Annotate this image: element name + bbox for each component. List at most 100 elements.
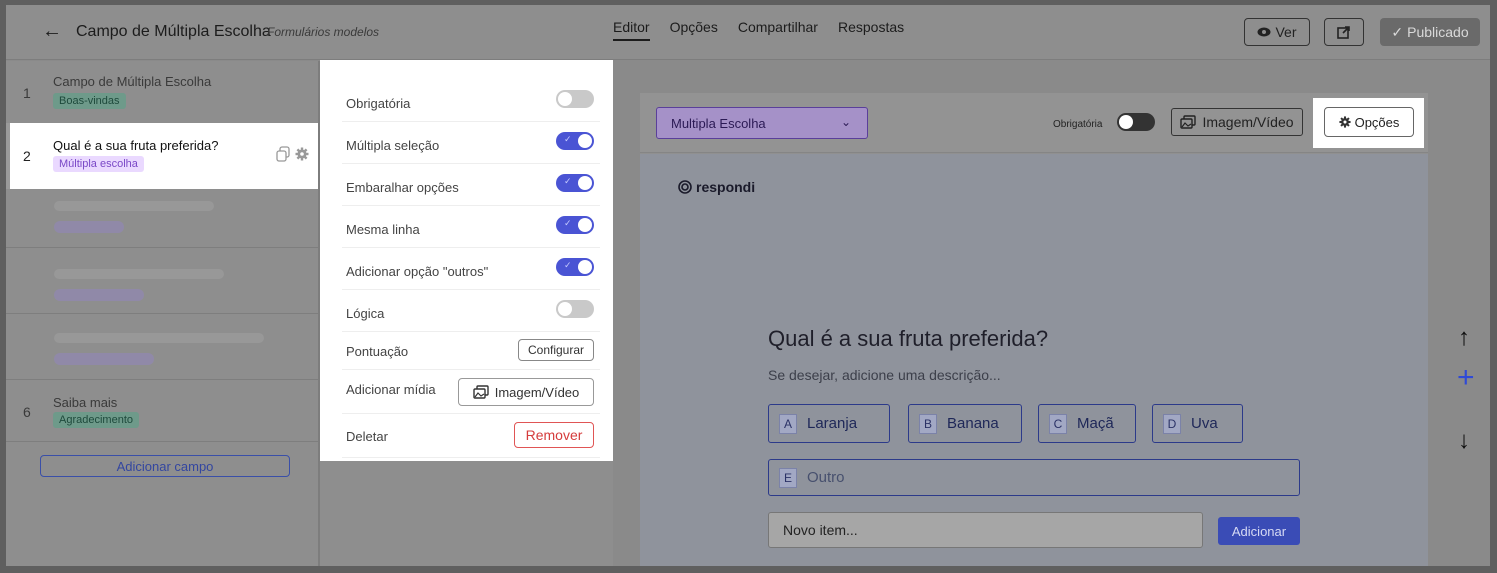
view-button[interactable]: Ver bbox=[1244, 18, 1310, 46]
logo-spiral-icon bbox=[678, 180, 692, 194]
form-subtitle[interactable]: Formulários modelos bbox=[267, 25, 379, 39]
divider bbox=[6, 313, 318, 314]
view-button-label: Ver bbox=[1275, 24, 1297, 40]
question-preview: respondi Qual é a sua fruta preferida? S… bbox=[640, 154, 1428, 566]
option-letter: B bbox=[919, 413, 937, 434]
move-down-arrow-icon[interactable]: ↓ bbox=[1458, 427, 1470, 455]
add-media-label: Imagem/Vídeo bbox=[494, 384, 580, 400]
required-toggle-header[interactable] bbox=[1117, 113, 1155, 131]
field-settings-panel: Obrigatória Múltipla seleção ✓ Embaralha… bbox=[320, 60, 613, 461]
question-title[interactable]: Qual é a sua fruta preferida? bbox=[768, 326, 1048, 352]
share-button[interactable] bbox=[1324, 18, 1364, 46]
list-item[interactable]: 6 Saiba mais Agradecimento bbox=[6, 381, 318, 441]
list-item-selected[interactable]: 2 Qual é a sua fruta preferida? Múltipla… bbox=[6, 123, 318, 189]
back-arrow-icon[interactable]: ← bbox=[42, 20, 62, 43]
option-letter: E bbox=[779, 467, 797, 488]
setting-add-other: Adicionar opção "outros" ✓ bbox=[342, 248, 600, 290]
multi-select-toggle[interactable]: ✓ bbox=[556, 132, 594, 150]
field-number: 6 bbox=[23, 404, 31, 420]
add-media-button[interactable]: Imagem/Vídeo bbox=[458, 378, 594, 406]
required-label: Obrigatória bbox=[1053, 119, 1103, 130]
logo-text: respondi bbox=[696, 179, 756, 195]
setting-label: Deletar bbox=[346, 429, 388, 444]
choice-option[interactable]: B Banana bbox=[908, 404, 1022, 443]
panel-background bbox=[320, 461, 613, 566]
add-question-plus-icon[interactable]: + bbox=[1457, 361, 1475, 395]
field-tag: Múltipla escolha bbox=[53, 156, 144, 172]
tab-editor[interactable]: Editor bbox=[613, 19, 650, 41]
new-item-input[interactable]: Novo item... bbox=[768, 512, 1203, 548]
required-toggle[interactable] bbox=[556, 90, 594, 108]
share-icon bbox=[1337, 26, 1350, 39]
options-button-highlight: Opções bbox=[1313, 98, 1424, 148]
eye-icon bbox=[1257, 27, 1271, 37]
option-label: Outro bbox=[807, 469, 845, 486]
shuffle-toggle[interactable]: ✓ bbox=[556, 174, 594, 192]
image-icon bbox=[473, 385, 489, 399]
fields-list: 1 Campo de Múltipla Escolha Boas-vindas … bbox=[6, 61, 318, 566]
image-icon bbox=[1180, 115, 1197, 129]
add-other-toggle[interactable]: ✓ bbox=[556, 258, 594, 276]
setting-same-line: Mesma linha ✓ bbox=[342, 206, 600, 248]
setting-media: Adicionar mídia Imagem/Vídeo bbox=[342, 370, 600, 414]
configure-button[interactable]: Configurar bbox=[518, 339, 594, 361]
setting-logic: Lógica bbox=[342, 290, 600, 332]
blurred-item bbox=[54, 269, 224, 279]
gear-icon[interactable] bbox=[295, 147, 309, 161]
question-type-value: Multipla Escolha bbox=[671, 115, 766, 131]
choice-option[interactable]: A Laranja bbox=[768, 404, 890, 443]
question-description[interactable]: Se desejar, adicione uma descrição... bbox=[768, 367, 1001, 383]
option-label: Laranja bbox=[807, 415, 858, 432]
main-tabs: Editor Opções Compartilhar Respostas bbox=[613, 19, 904, 41]
setting-shuffle: Embaralhar opções ✓ bbox=[342, 164, 600, 206]
blurred-tag bbox=[54, 353, 154, 365]
setting-label: Múltipla seleção bbox=[346, 138, 440, 153]
same-line-toggle[interactable]: ✓ bbox=[556, 216, 594, 234]
add-field-button[interactable]: Adicionar campo bbox=[40, 455, 290, 477]
field-tag: Boas-vindas bbox=[53, 93, 126, 109]
option-letter: C bbox=[1049, 413, 1067, 434]
form-title: Campo de Múltipla Escolha bbox=[76, 23, 271, 40]
add-item-button[interactable]: Adicionar bbox=[1218, 517, 1300, 545]
tab-options[interactable]: Opções bbox=[670, 19, 718, 41]
setting-multi-select: Múltipla seleção ✓ bbox=[342, 122, 600, 164]
field-title: Campo de Múltipla Escolha bbox=[53, 74, 212, 89]
option-letter: D bbox=[1163, 413, 1181, 434]
tab-responses[interactable]: Respostas bbox=[838, 19, 904, 41]
setting-score: Pontuação Configurar bbox=[342, 332, 600, 370]
preview-canvas: Multipla Escolha ⌄ Obrigatória Imagem/Ví… bbox=[613, 61, 1490, 566]
divider bbox=[6, 441, 318, 442]
option-label: Uva bbox=[1191, 415, 1218, 432]
option-label: Banana bbox=[947, 415, 999, 432]
question-type-select[interactable]: Multipla Escolha ⌄ bbox=[656, 107, 868, 139]
move-up-arrow-icon[interactable]: ↑ bbox=[1458, 324, 1470, 352]
divider bbox=[6, 247, 318, 248]
list-item[interactable]: 1 Campo de Múltipla Escolha Boas-vindas bbox=[6, 61, 318, 123]
blurred-tag bbox=[54, 221, 124, 233]
check-icon: ✓ bbox=[1391, 23, 1404, 40]
setting-label: Adicionar mídia bbox=[346, 382, 436, 397]
option-letter: A bbox=[779, 413, 797, 434]
divider bbox=[6, 379, 318, 380]
logic-toggle[interactable] bbox=[556, 300, 594, 318]
choice-option[interactable]: D Uva bbox=[1152, 404, 1243, 443]
choice-option[interactable]: C Maçã bbox=[1038, 404, 1136, 443]
published-button[interactable]: ✓ Publicado bbox=[1380, 18, 1480, 46]
top-bar: ← Campo de Múltipla Escolha Formulários … bbox=[6, 5, 1490, 60]
choice-option-other[interactable]: E Outro bbox=[768, 459, 1300, 496]
duplicate-icon[interactable] bbox=[276, 146, 290, 162]
question-toolbar: Multipla Escolha ⌄ Obrigatória Imagem/Ví… bbox=[640, 93, 1428, 153]
blurred-item bbox=[54, 333, 264, 343]
setting-delete: Deletar Remover bbox=[342, 414, 600, 458]
options-button[interactable]: Opções bbox=[1324, 107, 1414, 137]
tab-share[interactable]: Compartilhar bbox=[738, 19, 818, 41]
field-title: Qual é a sua fruta preferida? bbox=[53, 138, 219, 153]
setting-label: Lógica bbox=[346, 306, 385, 321]
setting-label: Pontuação bbox=[346, 344, 409, 359]
question-card: Multipla Escolha ⌄ Obrigatória Imagem/Ví… bbox=[640, 93, 1428, 566]
remove-button[interactable]: Remover bbox=[514, 422, 594, 448]
published-label: Publicado bbox=[1407, 24, 1469, 40]
blurred-item bbox=[54, 201, 214, 211]
media-button[interactable]: Imagem/Vídeo bbox=[1171, 108, 1303, 136]
setting-label: Adicionar opção "outros" bbox=[346, 264, 489, 279]
